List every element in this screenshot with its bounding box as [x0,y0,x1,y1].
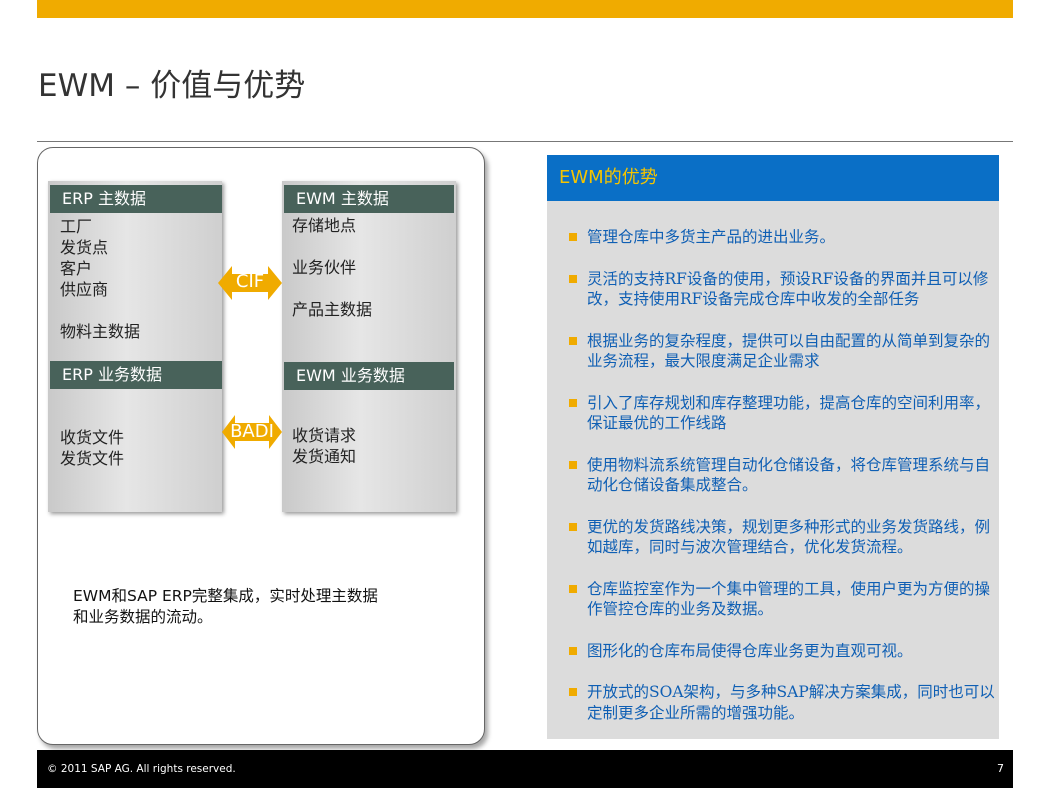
erp-master-header: ERP 主数据 [50,185,222,213]
advantages-list: 管理仓库中多货主产品的进出业务。 灵活的支持RF设备的使用，预设RF设备的界面并… [547,227,999,744]
bullet-square-icon [569,336,577,345]
ewm-business-header: EWM 业务数据 [284,362,454,390]
list-item: 根据业务的复杂程度，提供可以自由配置的从简单到复杂的业务流程，最大限度满足企业需… [547,331,999,372]
cif-label: CIF [235,271,265,292]
ewm-master-list: 存储地点 业务伙伴 产品主数据 [292,216,373,319]
page-number: 7 [997,762,1004,775]
list-item: 更优的发货路线决策，规划更多种形式的业务发货路线，例如越库，同时与波次管理结合，… [547,517,999,558]
list-item: 管理仓库中多货主产品的进出业务。 [547,227,999,248]
badi-label: BADI [230,421,274,442]
bullet-square-icon [569,646,577,655]
bullet-square-icon [569,688,577,696]
bullet-square-icon [569,584,577,593]
top-accent-bar [37,0,1013,18]
ewm-business-list: 收货请求 发货通知 [292,426,357,466]
list-item: 使用物料流系统管理自动化仓储设备，将仓库管理系统与自动化仓储设备集成整合。 [547,455,999,496]
caption-line-2: 和业务数据的流动。 [73,608,213,626]
ewm-master-header: EWM 主数据 [284,185,454,213]
list-item: 图形化的仓库布局使得仓库业务更为直观可视。 [547,641,999,662]
bullet-square-icon [569,460,577,469]
caption-line-1: EWM和SAP ERP完整集成，实时处理主数据 [73,587,378,605]
bullet-square-icon [569,522,577,531]
footer-bar: © 2011 SAP AG. All rights reserved. 7 [37,750,1013,788]
advantages-header: EWM的优势 [547,155,999,201]
erp-business-list: 收货文件 发货文件 [60,428,125,468]
slide-title: EWM – 价值与优势 [38,68,306,104]
list-item: 仓库监控室作为一个集中管理的工具，使用户更为方便的操作管控仓库的业务及数据。 [547,579,999,620]
erp-business-header: ERP 业务数据 [50,361,222,389]
copyright-text: © 2011 SAP AG. All rights reserved. [47,763,236,775]
list-item: 引入了库存规划和库存整理功能，提高仓库的空间利用率，保证最优的工作线路 [547,393,999,434]
title-divider [37,141,1013,142]
erp-master-list: 工厂 发货点 客户 供应商 物料主数据 [60,217,141,341]
bullet-square-icon [569,274,577,283]
list-item: 灵活的支持RF设备的使用，预设RF设备的界面并且可以修改，支持使用RF设备完成仓… [547,269,999,310]
list-item: 开放式的SOA架构，与多种SAP解决方案集成，同时也可以定制更多企业所需的增强功… [547,682,999,723]
integration-caption: EWM和SAP ERP完整集成，实时处理主数据 和业务数据的流动。 [73,586,443,628]
bullet-square-icon [569,398,577,407]
bullet-square-icon [569,233,577,241]
